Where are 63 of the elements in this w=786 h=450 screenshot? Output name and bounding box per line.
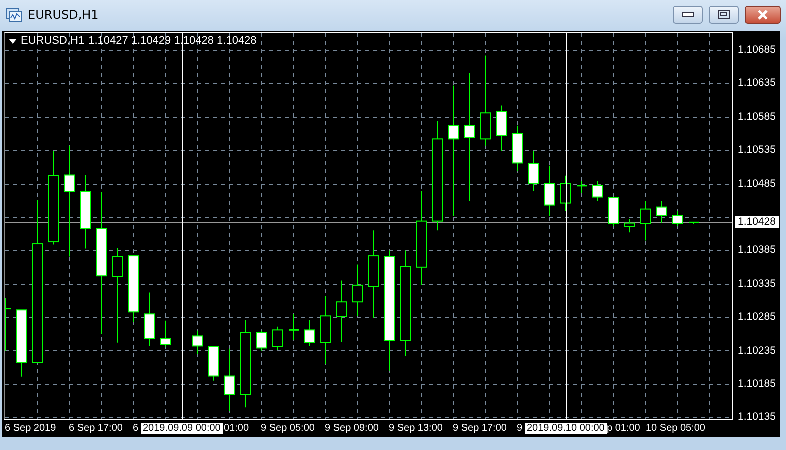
candle bbox=[592, 180, 604, 202]
price-label: 1.10335 bbox=[738, 278, 776, 290]
candle bbox=[16, 310, 28, 378]
price-label: 1.10385 bbox=[738, 244, 776, 256]
current-price-label: 1.10428 bbox=[735, 216, 779, 228]
candle bbox=[144, 292, 156, 347]
maximize-icon bbox=[718, 10, 730, 20]
candle bbox=[320, 296, 332, 365]
candle bbox=[336, 280, 348, 343]
time-label: 9 bbox=[517, 423, 523, 434]
candle bbox=[496, 105, 508, 152]
time-label: 6 Sep 17:00 bbox=[69, 423, 123, 434]
candle bbox=[512, 125, 524, 172]
time-label: p 01:00 bbox=[607, 423, 640, 434]
candle bbox=[528, 150, 540, 192]
chart-symbol: EURUSD,H1 bbox=[21, 35, 85, 47]
time-label: 9 Sep 05:00 bbox=[261, 423, 315, 434]
candle bbox=[128, 256, 140, 323]
candle bbox=[289, 314, 299, 341]
time-label: 9 Sep 17:00 bbox=[453, 423, 507, 434]
chart-window-icon bbox=[6, 8, 22, 22]
price-label: 1.10285 bbox=[738, 311, 776, 324]
price-label: 1.10185 bbox=[738, 378, 776, 390]
candle bbox=[5, 298, 11, 352]
crosshair-time-label: 2019.09.10 00:00 bbox=[525, 423, 607, 434]
candle bbox=[560, 175, 572, 212]
price-label: 1.10135 bbox=[738, 411, 776, 424]
candle bbox=[608, 197, 620, 226]
time-label: 6 Sep 2019 bbox=[5, 423, 56, 434]
minimize-button[interactable] bbox=[673, 6, 703, 24]
candle bbox=[640, 200, 652, 242]
time-label: 9 Sep 09:00 bbox=[325, 423, 379, 434]
price-label: 1.10235 bbox=[738, 344, 776, 357]
minimize-icon bbox=[682, 12, 694, 18]
dropdown-triangle-icon[interactable] bbox=[9, 38, 17, 44]
time-label: 01:00 bbox=[224, 423, 250, 434]
candle bbox=[208, 346, 220, 382]
candle bbox=[272, 326, 284, 351]
candle bbox=[304, 320, 316, 347]
candle bbox=[224, 348, 236, 412]
candle bbox=[160, 320, 172, 348]
crosshair-time-label: 2019.09.09 00:00 bbox=[141, 423, 223, 434]
close-icon bbox=[757, 10, 769, 20]
candle bbox=[656, 200, 668, 224]
candle bbox=[577, 180, 587, 194]
price-label: 1.10535 bbox=[738, 144, 776, 156]
candle bbox=[672, 210, 684, 226]
price-label: 1.10685 bbox=[738, 44, 776, 56]
time-label: 10 Sep 05:00 bbox=[646, 423, 706, 434]
price-label: 1.10635 bbox=[738, 77, 776, 90]
candle bbox=[192, 330, 204, 355]
time-label: 9 Sep 13:00 bbox=[389, 423, 443, 434]
close-button[interactable] bbox=[745, 6, 781, 24]
candle bbox=[624, 218, 636, 234]
window-title: EURUSD,H1 bbox=[28, 8, 100, 22]
candle bbox=[256, 330, 268, 352]
price-label: 1.10485 bbox=[738, 178, 776, 190]
maximize-button[interactable] bbox=[709, 6, 739, 24]
time-label: 6 bbox=[133, 423, 139, 434]
candle bbox=[689, 222, 699, 224]
price-label: 1.10585 bbox=[738, 110, 776, 123]
candle bbox=[352, 264, 364, 317]
candle bbox=[544, 165, 556, 216]
